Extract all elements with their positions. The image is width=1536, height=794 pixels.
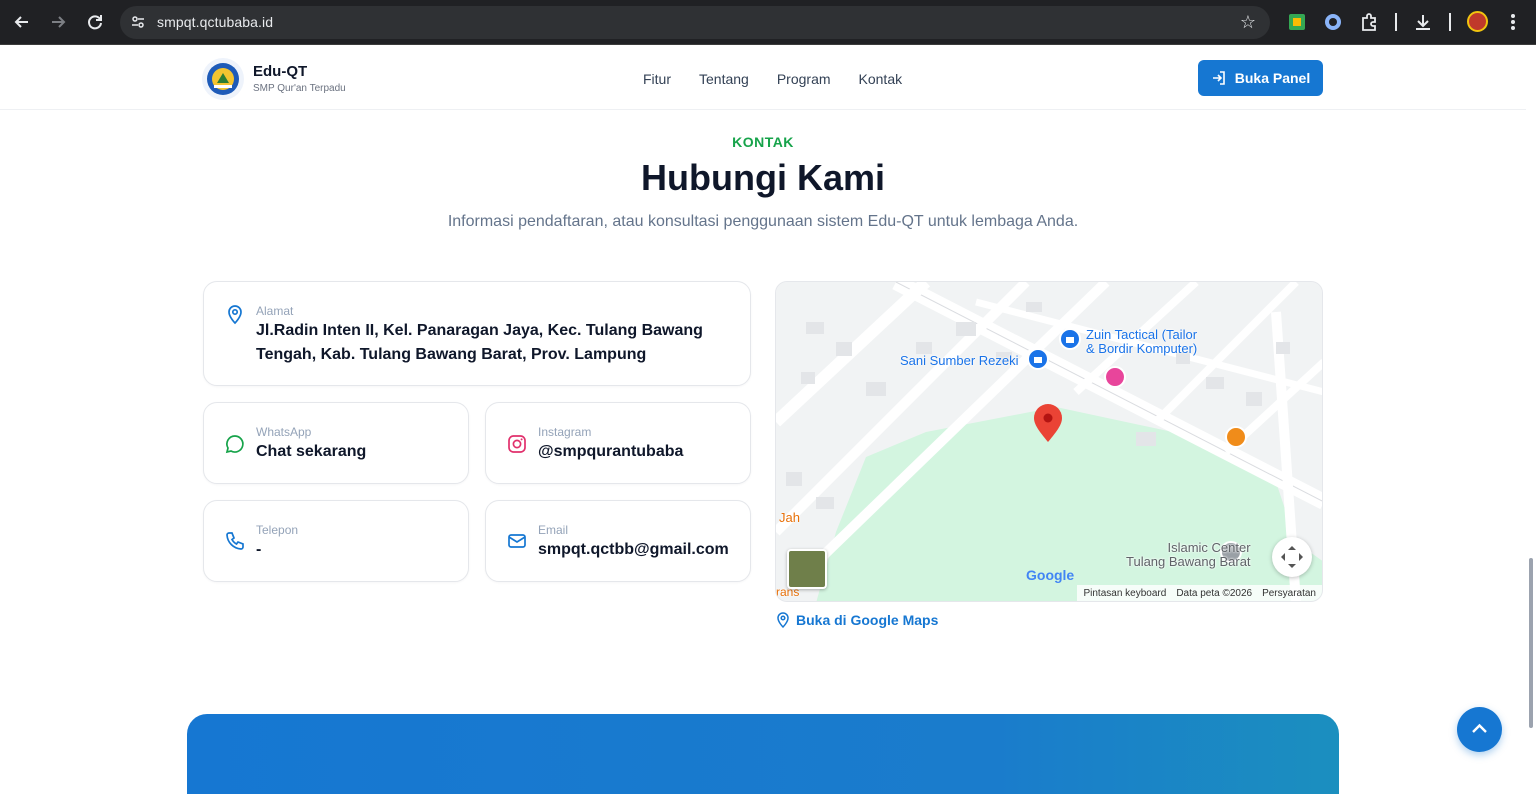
address-line-2: Tengah, Kab. Tulang Bawang Barat, Prov. … [256,346,647,363]
scrollbar-thumb[interactable] [1529,558,1533,728]
whatsapp-card[interactable]: WhatsApp Chat sekarang [203,402,469,484]
open-google-maps-label: Buka di Google Maps [796,612,939,628]
open-panel-label: Buka Panel [1234,70,1311,86]
url-text[interactable]: smpqt.qctubaba.id [157,14,273,30]
google-logo-text: Google [1026,567,1075,583]
keyboard-shortcuts-link[interactable]: Pintasan keyboard [1083,588,1166,599]
main-nav: Fitur Tentang Program Kontak [643,71,902,87]
map-label-islamic-center[interactable]: Islamic Center Tulang Bawang Barat [1126,541,1251,569]
site-header: Edu-QT SMP Qur'an Terpadu Fitur Tentang … [0,46,1526,110]
instagram-value[interactable]: @smpqurantubaba [538,440,683,464]
scroll-to-top-button[interactable] [1457,707,1502,752]
address-card: Alamat Jl.Radin Inten II, Kel. Panaragan… [203,281,751,386]
map-label-sani[interactable]: Sani Sumber Rezeki [900,354,1019,368]
bookmark-star-icon[interactable]: ☆ [1240,12,1256,33]
google-logo: Google [1026,567,1074,583]
phone-value: - [256,541,262,558]
map-attribution: Pintasan keyboard Data peta ©2026 Persya… [1077,585,1322,601]
section-eyebrow: KONTAK [732,134,794,150]
section-title: Hubungi Kami [641,157,885,198]
map-label-islamic-line2: Tulang Bawang Barat [1126,554,1251,569]
map-pan-control[interactable] [1272,537,1312,577]
map-pin-icon [228,305,242,325]
map-label-islamic-line1: Islamic Center [1167,540,1251,555]
nav-item-program[interactable]: Program [777,71,831,87]
phone-label: Telepon [256,523,299,537]
instagram-label: Instagram [538,425,592,439]
chat-icon [225,435,244,454]
login-icon [1212,71,1225,85]
browser-toolbar: smpqt.qctubaba.id ☆ [0,0,1536,45]
brand-title[interactable]: Edu-QT [253,63,307,80]
map-pin-icon [777,612,789,628]
instagram-card[interactable]: Instagram @smpqurantubaba [485,402,751,484]
map-label-zuin-line2: & Bordir Komputer) [1086,341,1198,356]
extensions-puzzle-icon[interactable] [1359,12,1379,32]
nav-item-fitur[interactable]: Fitur [643,71,671,87]
profile-avatar[interactable] [1467,11,1488,32]
whatsapp-value[interactable]: Chat sekarang [256,440,366,464]
reload-icon[interactable] [84,11,106,33]
download-icon[interactable] [1413,12,1433,32]
email-card[interactable]: Email smpqt.qctbb@gmail.com [485,500,751,582]
mail-icon [508,534,526,548]
nav-item-tentang[interactable]: Tentang [699,71,749,87]
open-panel-button[interactable]: Buka Panel [1198,60,1323,96]
move-arrows-icon [1281,546,1303,568]
extension-circle-icon[interactable] [1323,12,1343,32]
open-google-maps-link[interactable]: Buka di Google Maps [776,612,938,628]
map-label-zuin-line1: Zuin Tactical (Tailor [1086,327,1198,342]
email-value[interactable]: smpqt.qctbb@gmail.com [538,538,729,562]
chevron-up-icon [1472,723,1487,733]
map-data-text: Data peta ©2026 [1176,587,1253,599]
back-arrow-icon[interactable] [11,11,33,33]
cta-banner [187,714,1339,794]
page-scrollbar[interactable] [1527,46,1536,772]
nav-item-kontak[interactable]: Kontak [859,71,903,87]
toolbar-separator [1449,13,1451,31]
school-logo[interactable] [202,58,244,100]
phone-card: Telepon - [203,500,469,582]
forward-arrow-icon[interactable] [47,11,69,33]
email-label: Email [538,523,569,537]
google-map[interactable]: Zuin Tactical (Tailor & Bordir Komputer) … [775,281,1323,602]
map-label-jah: Jah [779,510,800,525]
instagram-icon [508,435,526,453]
phone-icon [226,532,244,550]
address-line-1: Jl.Radin Inten II, Kel. Panaragan Jaya, … [256,322,703,339]
toolbar-separator [1395,13,1397,31]
address-label: Alamat [256,304,294,318]
section-description: Informasi pendaftaran, atau konsultasi p… [447,213,1079,230]
map-label-zuin[interactable]: Zuin Tactical (Tailor & Bordir Komputer) [1086,328,1197,356]
terms-link[interactable]: Persyaratan [1262,588,1316,599]
satellite-toggle[interactable] [787,549,827,589]
extension-sheets-icon[interactable] [1287,12,1307,32]
more-vert-icon[interactable] [1506,12,1520,32]
address-bar[interactable]: smpqt.qctubaba.id ☆ [120,6,1270,39]
whatsapp-label: WhatsApp [256,425,312,439]
site-info-icon[interactable] [130,14,146,30]
brand-subtitle: SMP Qur'an Terpadu [253,83,346,94]
